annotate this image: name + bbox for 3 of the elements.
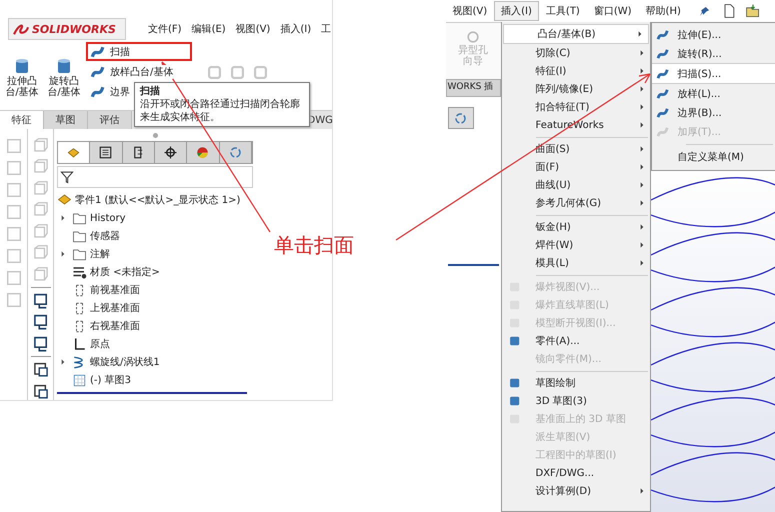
annotation-text: 单击扫面 xyxy=(274,232,354,259)
tooltip-title: 扫描 xyxy=(140,85,161,98)
logo-text: SOLIDWORKS xyxy=(32,22,116,36)
